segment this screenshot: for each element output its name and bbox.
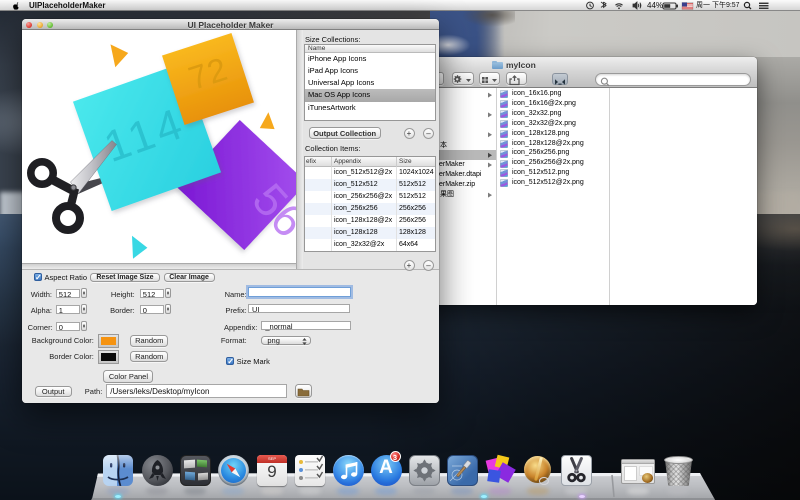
svg-text:44%: 44%: [647, 1, 663, 10]
